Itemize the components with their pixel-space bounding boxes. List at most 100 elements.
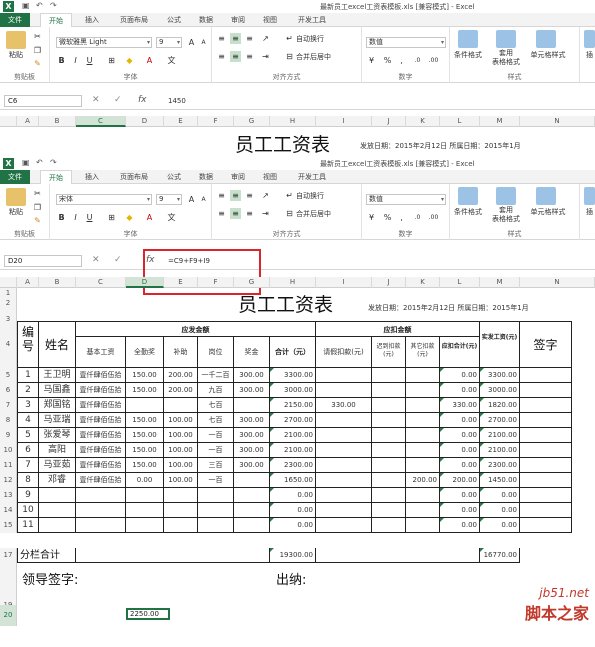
row-header[interactable]: 14 bbox=[0, 503, 17, 518]
cell-other-deduction[interactable] bbox=[406, 413, 440, 428]
cell-name[interactable]: 邓睿 bbox=[39, 473, 76, 488]
cell-allowance[interactable]: 100.00 bbox=[164, 443, 198, 458]
cell-net-pay[interactable]: 1820.00 bbox=[480, 398, 520, 413]
cell-other-deduction[interactable] bbox=[406, 383, 440, 398]
cell-name[interactable] bbox=[39, 503, 76, 518]
conditional-format-button[interactable]: 条件格式 bbox=[450, 208, 486, 217]
row-header-3[interactable]: 3 bbox=[0, 308, 17, 323]
col-header-g[interactable]: G bbox=[234, 116, 270, 127]
col-header-e[interactable]: E bbox=[164, 116, 198, 127]
cell-total[interactable]: 0.00 bbox=[270, 488, 316, 503]
cell-name[interactable]: 高阳 bbox=[39, 443, 76, 458]
cell-deduction-total[interactable]: 0.00 bbox=[440, 488, 480, 503]
row-header[interactable]: 10 bbox=[0, 443, 17, 458]
cell-basic[interactable]: 壹仟肆佰伍拾 bbox=[76, 473, 126, 488]
cell-post[interactable]: 七百 bbox=[198, 413, 234, 428]
font-name-select[interactable]: 宋体 ▾ bbox=[56, 194, 152, 205]
italic-button[interactable]: I bbox=[70, 212, 81, 223]
tab-page-layout[interactable]: 页面布局 bbox=[112, 170, 156, 184]
cell-other-deduction[interactable] bbox=[406, 458, 440, 473]
cell-late-deduction[interactable] bbox=[372, 473, 406, 488]
col-header-c[interactable]: C bbox=[76, 277, 126, 288]
col-header-l[interactable]: L bbox=[440, 277, 480, 288]
align-right-icon[interactable]: ≡ bbox=[244, 51, 255, 62]
paste-button[interactable]: 粘贴 bbox=[4, 208, 28, 217]
col-header-i[interactable]: I bbox=[316, 116, 372, 127]
tab-view[interactable]: 视图 bbox=[256, 170, 284, 184]
cell-net-pay[interactable]: 3300.00 bbox=[480, 368, 520, 383]
col-header-j[interactable]: J bbox=[372, 277, 406, 288]
col-header-h[interactable]: H bbox=[270, 116, 316, 127]
wrap-text-button[interactable]: 自动换行 bbox=[296, 34, 324, 44]
orientation-icon[interactable]: ↗ bbox=[260, 33, 271, 44]
insert-cells-icon[interactable] bbox=[584, 187, 595, 205]
align-right-icon[interactable]: ≡ bbox=[244, 208, 255, 219]
decrease-decimal-icon[interactable]: .00 bbox=[428, 212, 439, 223]
col-header-n[interactable]: N bbox=[520, 116, 595, 127]
cell-basic[interactable]: 壹仟肆佰伍拾 bbox=[76, 443, 126, 458]
cell-deduction-total[interactable]: 0.00 bbox=[440, 518, 480, 533]
row-header-1[interactable]: 1 bbox=[0, 288, 17, 298]
cell-leave-deduction[interactable] bbox=[316, 413, 372, 428]
cell-leave-deduction[interactable] bbox=[316, 383, 372, 398]
cell-basic[interactable] bbox=[76, 503, 126, 518]
phonetic-icon[interactable]: 文 bbox=[166, 212, 177, 223]
tab-developer[interactable]: 开发工具 bbox=[290, 13, 334, 27]
cell-post[interactable] bbox=[198, 488, 234, 503]
col-header-j[interactable]: J bbox=[372, 116, 406, 127]
cell-deduction-total[interactable]: 200.00 bbox=[440, 473, 480, 488]
cell-other-deduction[interactable] bbox=[406, 443, 440, 458]
cell-name[interactable]: 马亚瑞 bbox=[39, 413, 76, 428]
tab-formulas[interactable]: 公式 bbox=[160, 13, 188, 27]
cell-post[interactable]: 一千二百 bbox=[198, 368, 234, 383]
cell-basic[interactable] bbox=[76, 518, 126, 533]
tab-developer[interactable]: 开发工具 bbox=[290, 170, 334, 184]
row-header[interactable]: 7 bbox=[0, 398, 17, 413]
align-center-icon[interactable]: ≡ bbox=[230, 208, 241, 219]
cell-allowance[interactable]: 200.00 bbox=[164, 368, 198, 383]
wrap-text-icon[interactable]: ↵ bbox=[284, 33, 295, 44]
cell-late-deduction[interactable] bbox=[372, 368, 406, 383]
cell-net-pay[interactable]: 2100.00 bbox=[480, 443, 520, 458]
cell-total[interactable]: 2100.00 bbox=[270, 428, 316, 443]
cell-full-attendance[interactable] bbox=[126, 398, 164, 413]
cell-bonus[interactable] bbox=[234, 473, 270, 488]
cell-total[interactable]: 3300.00 bbox=[270, 368, 316, 383]
cell-allowance[interactable]: 200.00 bbox=[164, 383, 198, 398]
cell-basic[interactable]: 壹仟肆佰伍拾 bbox=[76, 398, 126, 413]
cell-bonus[interactable]: 300.00 bbox=[234, 413, 270, 428]
redo-icon[interactable]: ↷ bbox=[50, 158, 57, 167]
row-header-2[interactable]: 2 bbox=[0, 298, 17, 308]
cell-no[interactable]: 4 bbox=[17, 413, 39, 428]
align-middle-icon[interactable]: ≡ bbox=[230, 190, 241, 201]
cell-basic[interactable]: 壹仟肆佰伍拾 bbox=[76, 368, 126, 383]
cell-no[interactable]: 3 bbox=[17, 398, 39, 413]
insert-function-icon[interactable]: fx bbox=[138, 95, 147, 105]
increase-decimal-icon[interactable]: .0 bbox=[412, 55, 423, 66]
indent-icon[interactable]: ⇥ bbox=[260, 208, 271, 219]
cell-net-pay[interactable]: 3000.00 bbox=[480, 383, 520, 398]
percent-button[interactable]: % bbox=[382, 212, 393, 223]
cell-full-attendance[interactable]: 150.00 bbox=[126, 443, 164, 458]
cell-late-deduction[interactable] bbox=[372, 413, 406, 428]
cell-bonus[interactable]: 300.00 bbox=[234, 383, 270, 398]
cell-net-pay[interactable]: 2100.00 bbox=[480, 428, 520, 443]
cell-bonus[interactable]: 300.00 bbox=[234, 458, 270, 473]
cell-deduction-total[interactable]: 0.00 bbox=[440, 413, 480, 428]
cell-signature[interactable] bbox=[520, 518, 572, 533]
col-header-i[interactable]: I bbox=[316, 277, 372, 288]
cell-late-deduction[interactable] bbox=[372, 383, 406, 398]
col-header-n[interactable]: N bbox=[520, 277, 595, 288]
row-header[interactable]: 11 bbox=[0, 458, 17, 473]
cell-signature[interactable] bbox=[520, 398, 572, 413]
cut-icon[interactable]: ✂ bbox=[32, 31, 43, 42]
cell-total[interactable]: 0.00 bbox=[270, 518, 316, 533]
merge-icon[interactable]: ⊟ bbox=[284, 208, 295, 219]
font-color-button[interactable]: A bbox=[144, 55, 155, 66]
cell-leave-deduction[interactable] bbox=[316, 518, 372, 533]
align-bottom-icon[interactable]: ≡ bbox=[244, 190, 255, 201]
cell-allowance[interactable] bbox=[164, 518, 198, 533]
cell-style-icon[interactable] bbox=[536, 30, 556, 48]
col-header-f[interactable]: F bbox=[198, 116, 234, 127]
undo-icon[interactable]: ↶ bbox=[36, 1, 43, 10]
